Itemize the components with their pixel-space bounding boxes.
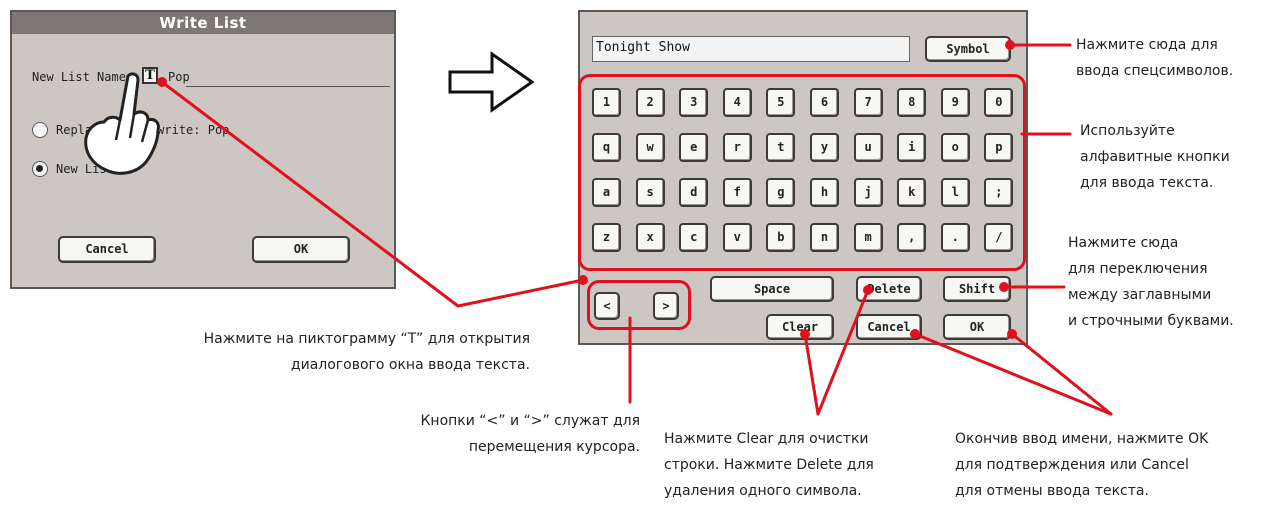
caption-shift-2: для переключения	[1068, 261, 1208, 277]
caption-clear-3: удаления одного символа.	[664, 483, 862, 499]
caption-shift-3: между заглавными	[1068, 287, 1212, 303]
caption-shift-4: и строчными буквами.	[1068, 313, 1234, 329]
caption-alpha-2: алфавитные кнопки	[1080, 149, 1230, 165]
caption-cursor-2: перемещения курсора.	[468, 439, 640, 455]
caption-ok-2: для подтверждения или Cancel	[955, 457, 1189, 473]
caption-t-2: диалогового окна ввода текста.	[290, 357, 530, 373]
caption-alpha-3: для ввода текста.	[1080, 175, 1214, 191]
caption-clear-1: Нажмите Clear для очистки	[664, 431, 869, 447]
caption-ok-3: для отмены ввода текста.	[955, 483, 1149, 499]
caption-shift-1: Нажмите сюда	[1068, 235, 1179, 251]
caption-clear-2: строки. Нажмите Delete для	[664, 457, 874, 473]
caption-symbol-2: ввода спецсимволов.	[1076, 63, 1234, 79]
caption-cursor-1: Кнопки “<” и “>” служат для	[420, 413, 640, 429]
caption-t-1: Нажмите на пиктограмму “T” для открытия	[203, 331, 530, 347]
caption-alpha-1: Используйте	[1080, 123, 1175, 139]
caption-symbol-1: Нажмите сюда для	[1076, 37, 1218, 53]
caption-ok-1: Окончив ввод имени, нажмите OK	[955, 431, 1209, 447]
